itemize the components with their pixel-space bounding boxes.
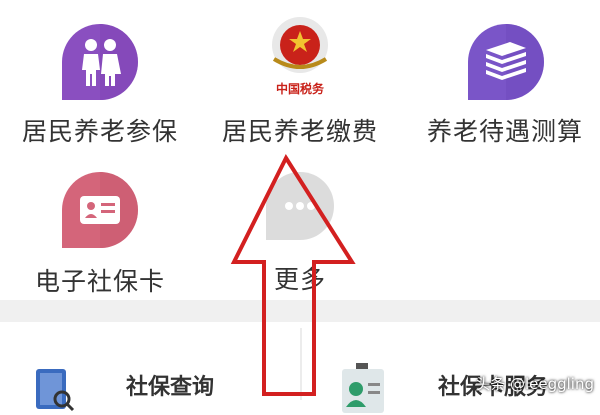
section-divider [0, 300, 600, 322]
tile-pension-payment[interactable]: 中国税务 居民养老缴费 [220, 5, 380, 150]
social-insurance-query-label: 社保查询 [126, 375, 215, 400]
tile-label: 电子社保卡 [34, 267, 165, 296]
tile-label: 居民养老参保 [21, 117, 178, 146]
tile-label: 更多 [273, 265, 326, 294]
more-dots-icon [266, 172, 334, 240]
tile-label: 居民养老缴费 [221, 117, 378, 146]
tile-label: 养老待遇测算 [426, 117, 583, 146]
column-divider [300, 328, 302, 400]
tile-pension-estimate[interactable]: 养老待遇测算 [420, 10, 590, 150]
books-stack-icon [468, 24, 544, 100]
elderly-couple-icon [62, 24, 138, 100]
tile-pension-enroll[interactable]: 居民养老参保 [20, 10, 180, 150]
tile-e-social-card[interactable]: 电子社保卡 [20, 160, 180, 300]
badge-card-icon [342, 363, 384, 413]
tile-more[interactable]: 更多 [220, 160, 380, 300]
id-card-icon [62, 172, 138, 248]
emblem-text: 中国税务 [276, 81, 325, 96]
book-search-icon [36, 369, 75, 412]
tax-emblem-icon: 中国税务 [272, 17, 328, 96]
watermark: 头条 @leeggling [475, 375, 594, 393]
social-insurance-query[interactable]: 社保查询 [30, 345, 290, 412]
